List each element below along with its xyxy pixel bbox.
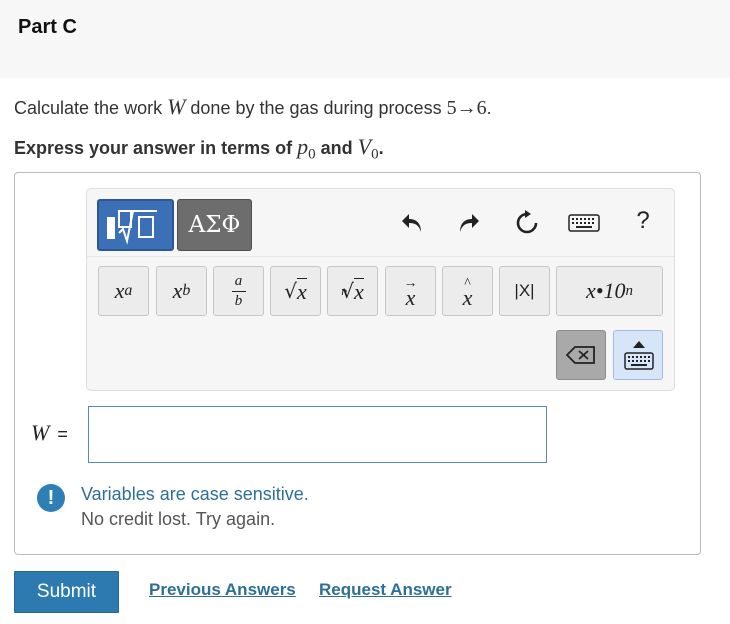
answer-variable: W [31,420,50,445]
keyboard-toggle-button[interactable] [613,330,663,380]
scientific-exp: n [625,282,633,299]
answer-input[interactable] [88,406,547,463]
fraction-denominator: b [234,292,243,309]
instruction-var-v: V [357,134,372,159]
fraction-bar [231,290,246,292]
part-title: Part C [18,16,77,38]
prompt-variable: W [167,94,186,119]
prompt-text: Calculate the work [14,98,168,118]
prompt-end: . [486,98,492,118]
templates-tab[interactable] [97,199,174,251]
prompt-process: 5→6 [446,97,487,119]
superscript-exp: a [124,282,133,299]
nthroot-label: x [353,277,364,304]
math-toolbar: ΑΣΦ ? x a x b a b √ x n √ x → x ^ x |X| … [86,188,675,391]
sqrt-label: x [296,277,307,304]
instruction-end: . [378,138,384,158]
hat-button[interactable]: ^ x [442,266,493,316]
fraction-button[interactable]: a b [213,266,264,316]
superscript-button[interactable]: xa [98,266,149,316]
vector-button[interactable]: → x [385,266,436,316]
fraction-numerator: a [234,272,243,289]
instruction-sub-p: 0 [308,146,316,163]
part-header: Part C [0,0,730,78]
feedback-submessage: No credit lost. Try again. [81,509,276,529]
answer-equals: = [57,424,68,444]
feedback-message: Variables are case sensitive. [81,484,309,504]
subscript-button[interactable]: xb [156,266,207,316]
reset-button[interactable] [513,209,541,237]
request-answer-link[interactable]: Request Answer [319,580,452,600]
keyboard-button[interactable] [567,209,601,237]
sqrt-icon: √ [284,279,297,303]
superscript-base: x [114,278,125,303]
nthroot-button[interactable]: n √ x [327,266,378,316]
sqrt-button[interactable]: √ x [270,266,321,316]
greek-tab[interactable]: ΑΣΦ [177,199,252,251]
instruction-text: Express your answer in terms of [14,138,298,158]
scientific-base: x•10 [586,278,626,303]
backspace-icon [566,346,595,364]
subscript-sub: b [182,282,191,299]
previous-answers-link[interactable]: Previous Answers [149,580,296,600]
scientific-notation-button[interactable]: x•10 n [556,266,663,316]
answer-label: W = [31,420,68,446]
keyboard-icon [568,214,600,232]
hat-label: x [462,285,473,310]
toolbar-top-row: ΑΣΦ ? [87,189,674,257]
reset-icon [516,210,538,234]
undo-button[interactable] [398,209,426,237]
subscript-base: x [172,278,183,303]
instruction-and: and [315,138,358,158]
help-button[interactable]: ? [631,207,655,237]
nthroot-icon: √ [341,279,354,303]
prompt-text-2: done by the gas during process [185,98,447,118]
delete-button[interactable] [556,330,606,380]
redo-icon [460,214,479,232]
question-prompt: Calculate the work W done by the gas dur… [14,94,492,120]
redo-button[interactable] [455,209,483,237]
abs-button[interactable]: |X| [499,266,550,316]
vector-label: x [405,285,416,310]
undo-icon [402,214,421,232]
instruction-var-p: p [297,134,309,159]
instruction-sub-v: 0 [371,146,379,163]
submit-button[interactable]: Submit [14,571,119,613]
keyboard-toggle-icon [624,341,654,370]
alert-icon: ! [37,484,65,512]
question-instruction: Express your answer in terms of p0 and V… [14,134,384,164]
